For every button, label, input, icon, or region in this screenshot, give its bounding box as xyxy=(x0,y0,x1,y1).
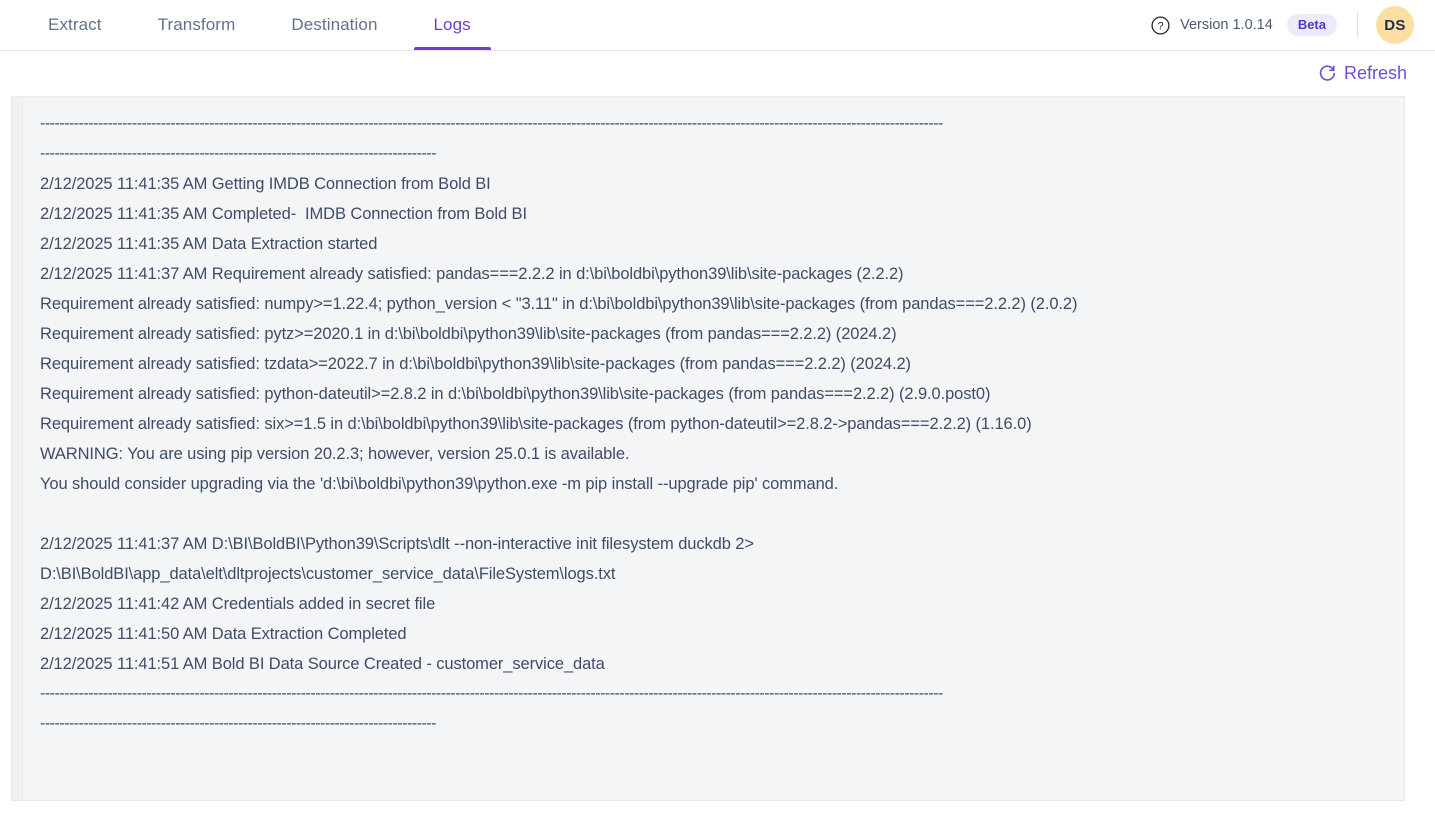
log-separator-line: ----------------------------------------… xyxy=(40,145,436,162)
log-line: 2/12/2025 11:41:50 AM Data Extraction Co… xyxy=(40,625,407,643)
log-line: 2/12/2025 11:41:37 AM Requirement alread… xyxy=(40,265,904,283)
log-line: 2/12/2025 11:41:35 AM Data Extraction st… xyxy=(40,235,378,253)
log-text-content: ----------------------------------------… xyxy=(23,97,1404,800)
header-actions: ? Version 1.0.14 Beta DS xyxy=(1151,0,1435,50)
question-circle-icon[interactable]: ? xyxy=(1151,15,1170,35)
refresh-label: Refresh xyxy=(1343,63,1407,83)
tab-transform[interactable]: Transform xyxy=(130,0,264,50)
logs-toolbar: Refresh xyxy=(0,51,1435,96)
log-line: Requirement already satisfied: numpy>=1.… xyxy=(40,295,1078,313)
header-divider xyxy=(1357,12,1358,38)
log-line: 2/12/2025 11:41:37 AM D:\BI\BoldBI\Pytho… xyxy=(40,535,754,553)
beta-badge: Beta xyxy=(1286,14,1337,36)
tab-transform-label: Transform xyxy=(157,15,236,34)
log-separator-line: ----------------------------------------… xyxy=(40,115,943,132)
log-line: Requirement already satisfied: python-da… xyxy=(40,385,991,403)
tab-bar: Extract Transform Destination Logs xyxy=(0,0,499,50)
avatar[interactable]: DS xyxy=(1376,6,1414,44)
version-label: Version 1.0.14 xyxy=(1180,17,1273,33)
log-separator-line: ----------------------------------------… xyxy=(40,715,436,732)
log-scrollbar[interactable] xyxy=(12,97,23,800)
log-line: 2/12/2025 11:41:51 AM Bold BI Data Sourc… xyxy=(40,655,605,673)
tab-logs[interactable]: Logs xyxy=(406,0,499,50)
log-line: WARNING: You are using pip version 20.2.… xyxy=(40,445,630,463)
log-line: Requirement already satisfied: pytz>=202… xyxy=(40,325,897,343)
log-line: 2/12/2025 11:41:35 AM Getting IMDB Conne… xyxy=(40,175,491,193)
log-line: Requirement already satisfied: tzdata>=2… xyxy=(40,355,911,373)
refresh-icon xyxy=(1318,64,1337,83)
log-line: Requirement already satisfied: six>=1.5 … xyxy=(40,415,1032,433)
logs-page: Refresh --------------------------------… xyxy=(0,51,1435,813)
log-line: 2/12/2025 11:41:35 AM Completed- IMDB Co… xyxy=(40,205,527,223)
refresh-button[interactable]: Refresh xyxy=(1316,61,1409,86)
app-header: Extract Transform Destination Logs ? Ver… xyxy=(0,0,1435,51)
log-line: D:\BI\BoldBI\app_data\elt\dltprojects\cu… xyxy=(40,565,616,583)
tab-destination[interactable]: Destination xyxy=(263,0,405,50)
log-separator-line: ----------------------------------------… xyxy=(40,685,943,702)
log-output-panel[interactable]: ----------------------------------------… xyxy=(11,96,1405,801)
tab-extract-label: Extract xyxy=(48,15,102,34)
tab-logs-label: Logs xyxy=(433,15,471,34)
log-line: 2/12/2025 11:41:42 AM Credentials added … xyxy=(40,595,436,613)
log-line: You should consider upgrading via the 'd… xyxy=(40,475,839,493)
tab-extract[interactable]: Extract xyxy=(20,0,130,50)
svg-text:?: ? xyxy=(1158,20,1164,32)
tab-destination-label: Destination xyxy=(291,15,378,34)
